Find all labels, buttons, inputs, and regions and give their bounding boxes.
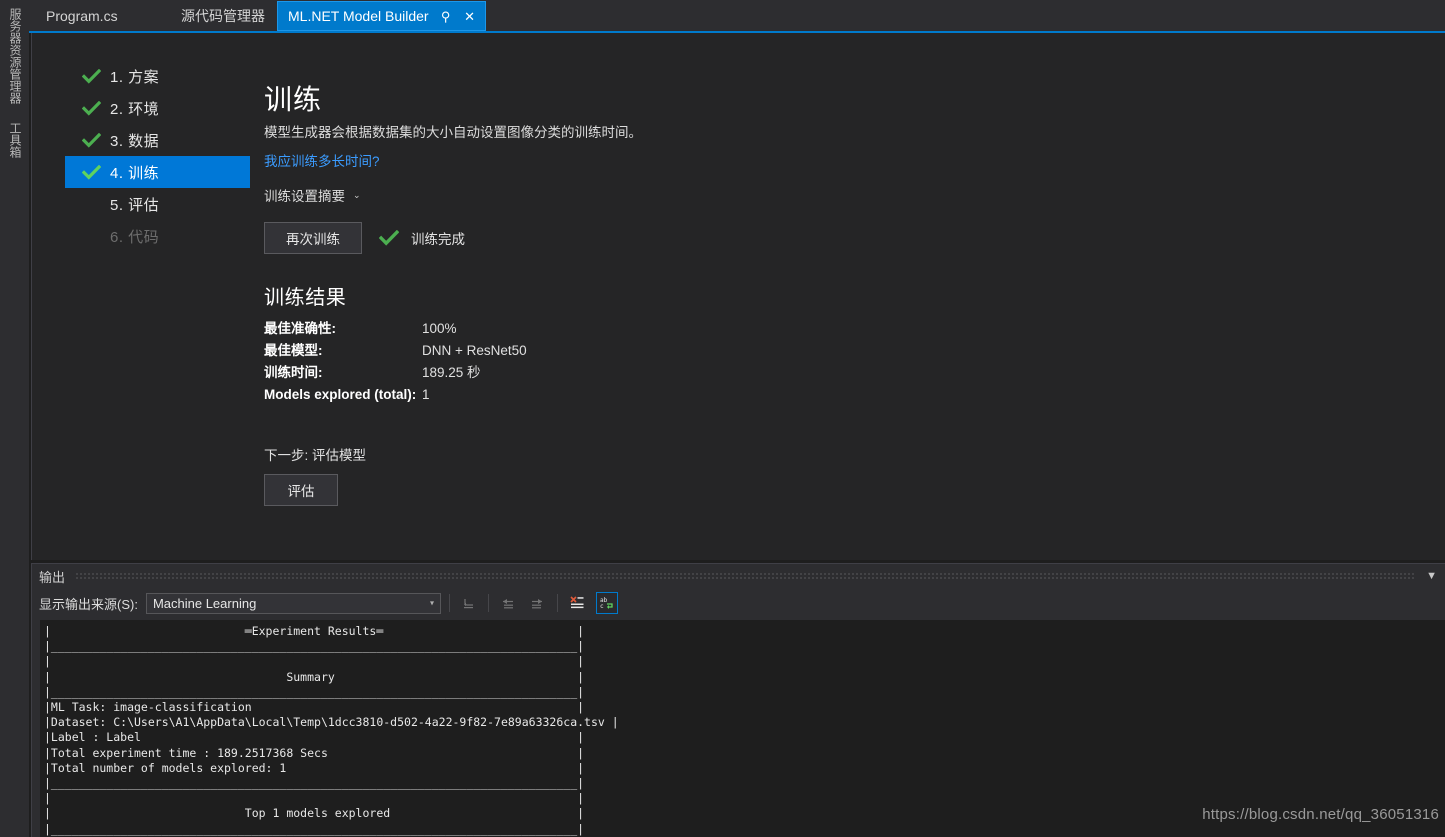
dock-tab-toolbox[interactable]: 工具箱 [0,116,29,164]
result-row-training-time: 训练时间: 189.25 秒 [264,362,1164,384]
training-status: 训练完成 [379,228,465,248]
output-tool-window: 输出 ▼ 显示输出来源(S): Machine Learning ▾ ab c … [31,563,1445,837]
tab-program-cs-label: Program.cs [46,8,118,24]
sidebar-item-environment[interactable]: 2. 环境 [65,92,250,124]
train-action-row: 再次训练 训练完成 [264,222,1164,254]
chevron-down-icon: ⌄ [353,189,361,200]
result-row-models-explored: Models explored (total): 1 [264,384,1164,406]
sidebar-item-scenario-label: 1. 方案 [110,68,160,86]
result-value: DNN + ResNet50 [422,343,527,358]
tab-source-control-label: 源代码管理器 [181,8,265,24]
sidebar-item-code: 6. 代码 [65,220,250,252]
close-icon[interactable]: ✕ [463,10,477,23]
sidebar-item-train-label: 4. 训练 [110,164,160,182]
training-results-section: 训练结果 最佳准确性: 100% 最佳模型: DNN + ResNet50 训练… [264,281,1164,506]
output-source-value: Machine Learning [152,595,257,611]
output-toolbar: 显示输出来源(S): Machine Learning ▾ ab c [32,588,1445,618]
result-row-best-accuracy: 最佳准确性: 100% [264,318,1164,340]
sidebar-item-data[interactable]: 3. 数据 [65,124,250,156]
left-dock-strip: 服务器资源管理器 工具箱 [0,0,29,837]
sidebar-item-code-label: 6. 代码 [110,228,160,246]
sidebar-item-evaluate[interactable]: 5. 评估 [65,188,250,220]
result-key: 训练时间: [264,365,323,380]
output-console-text: | ═Experiment Results═ | |______________… [44,624,674,837]
chevron-down-icon[interactable]: ▼ [1426,570,1437,582]
go-to-next-message-icon[interactable] [527,592,549,614]
train-step-pane: 训练 模型生成器会根据数据集的大小自动设置图像分类的训练时间。 我应训练多长时间… [264,83,1164,506]
clear-all-icon[interactable] [458,592,480,614]
output-title: 输出 [39,569,66,585]
sidebar-item-train[interactable]: 4. 训练 [65,156,250,188]
result-key: 最佳准确性: [264,321,336,336]
svg-text:c: c [600,603,604,610]
chevron-down-icon: ▾ [429,598,434,608]
training-results-heading: 训练结果 [264,287,347,309]
tab-ml-net-model-builder[interactable]: ML.NET Model Builder ⚲ ✕ [277,1,486,31]
toggle-word-wrap-icon[interactable]: ab c [595,592,618,614]
clear-pane-icon[interactable] [566,592,588,614]
output-console[interactable]: | ═Experiment Results═ | |______________… [40,620,1445,837]
result-key: Models explored (total): [264,387,417,402]
result-key: 最佳模型: [264,343,323,358]
toolbar-separator [487,594,489,612]
result-value: 1 [422,387,430,402]
result-value: 100% [422,321,457,336]
drag-grip[interactable] [75,572,1417,580]
next-step-label: 下一步: 评估模型 [264,448,367,463]
evaluate-button[interactable]: 评估 [264,474,338,506]
output-header: 输出 ▼ [32,564,1445,588]
check-icon [82,132,110,148]
wizard-step-list: 1. 方案 2. 环境 3. 数据 4. 训练 5. 评估 6. 代码 [65,60,250,252]
output-source-label: 显示输出来源(S): [39,596,138,612]
toolbar-separator [556,594,558,612]
check-icon [82,100,110,116]
pin-icon[interactable]: ⚲ [439,10,453,23]
document-tab-strip: Program.cs 源代码管理器 ML.NET Model Builder ⚲… [29,0,1445,32]
sidebar-item-evaluate-label: 5. 评估 [110,196,160,214]
check-icon [82,164,110,180]
watermark: https://blog.csdn.net/qq_36051316 [1202,806,1439,823]
how-long-to-train-link[interactable]: 我应训练多长时间? [264,150,380,170]
result-row-best-model: 最佳模型: DNN + ResNet50 [264,340,1164,362]
go-to-previous-message-icon[interactable] [497,592,519,614]
evaluate-button-wrap: 评估 [264,474,1164,506]
tab-program-cs[interactable]: Program.cs [34,0,130,32]
page-description: 模型生成器会根据数据集的大小自动设置图像分类的训练时间。 [264,125,642,140]
toolbar-separator [448,594,450,612]
check-icon [379,230,399,246]
output-source-select[interactable]: Machine Learning ▾ [145,592,441,614]
sidebar-item-environment-label: 2. 环境 [110,100,160,118]
training-settings-summary-label: 训练设置摘要 [264,189,345,204]
training-status-label: 训练完成 [411,232,465,247]
retrain-button[interactable]: 再次训练 [264,222,362,254]
sidebar-item-scenario[interactable]: 1. 方案 [65,60,250,92]
model-builder-designer: 1. 方案 2. 环境 3. 数据 4. 训练 5. 评估 6. 代码 训练 模… [31,33,1445,560]
tab-ml-net-model-builder-label: ML.NET Model Builder [288,8,429,24]
page-title: 训练 [264,84,323,115]
training-settings-summary-toggle[interactable]: 训练设置摘要 ⌄ [264,185,361,205]
dock-tab-server-explorer[interactable]: 服务器资源管理器 [0,4,29,108]
check-icon [82,68,110,84]
sidebar-item-data-label: 3. 数据 [110,132,160,150]
result-value: 189.25 秒 [422,365,481,380]
tab-source-control[interactable]: 源代码管理器 [169,0,277,32]
